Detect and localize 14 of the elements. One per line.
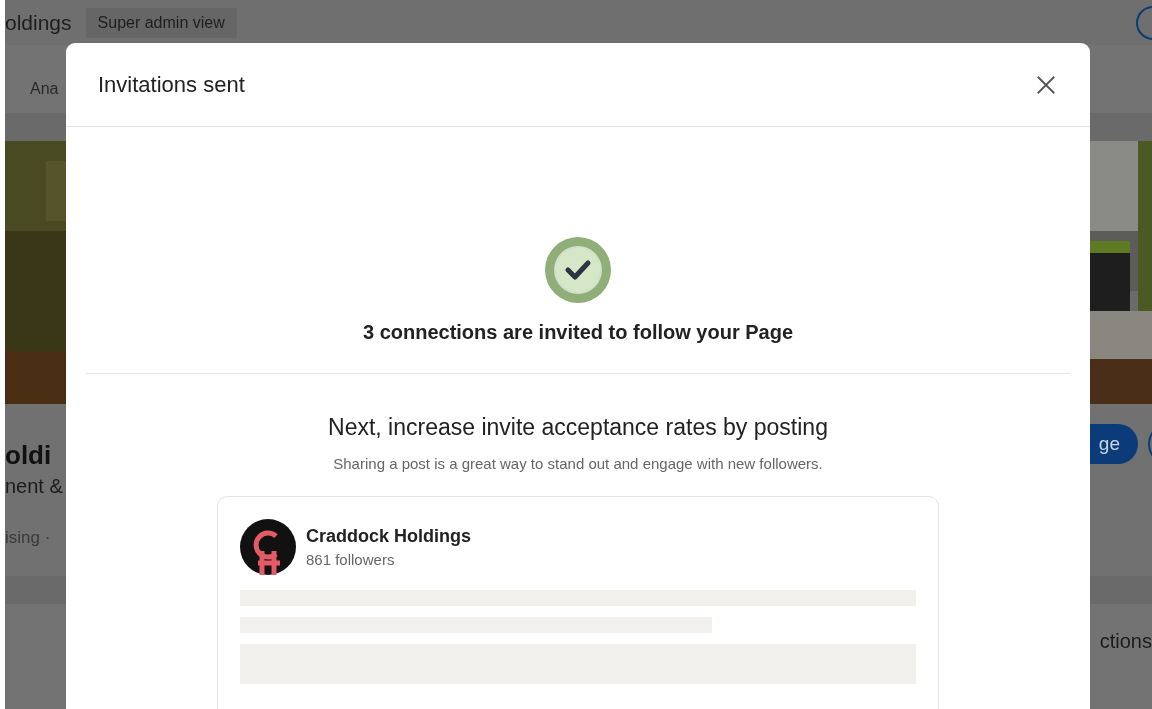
company-tagline: nent & <box>5 475 63 499</box>
company-heading: oldi <box>5 440 53 472</box>
prompt-title: Next, increase invite acceptance rates by posting <box>328 414 828 441</box>
check-icon <box>545 237 611 303</box>
company-name: oldings <box>5 10 72 35</box>
section-title: ctions <box>1099 629 1152 653</box>
confirmation-text: 3 connections are invited to follow your Page <box>362 321 794 344</box>
dialog-title: Invitations sent <box>98 71 245 98</box>
follower-count: 861 followers <box>306 551 396 568</box>
close-icon[interactable] <box>1035 73 1057 96</box>
company-logo <box>240 519 296 575</box>
admin-view-badge: Super admin view <box>85 7 237 38</box>
author-name: Craddock Holdings <box>306 526 471 547</box>
prompt-subtitle: Sharing a post is a great way to stand out and engage with new followers. <box>333 455 823 472</box>
